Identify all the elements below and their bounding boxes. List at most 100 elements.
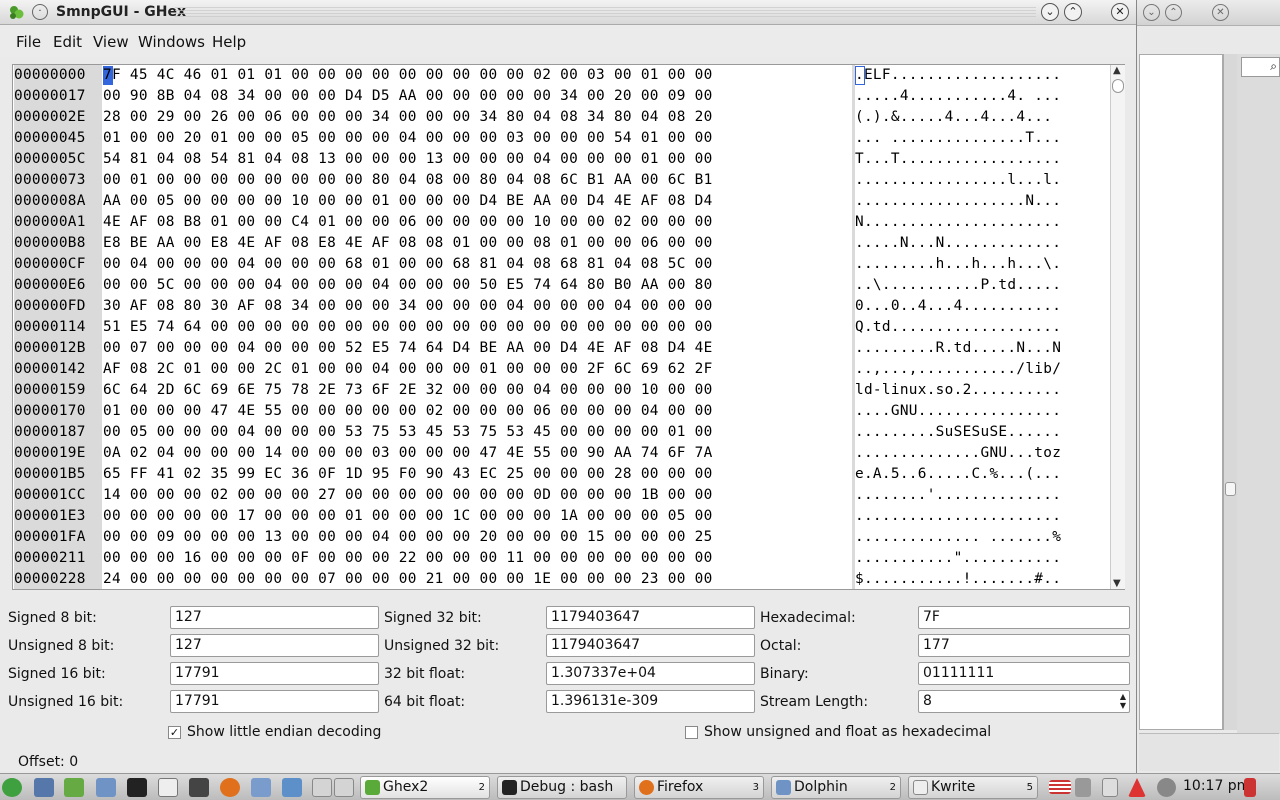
- hex-bytes-row[interactable]: 01 00 00 20 01 00 00 05 00 00 00 04 00 0…: [103, 128, 713, 149]
- hex-bytes-row[interactable]: 14 00 00 00 02 00 00 00 27 00 00 00 00 0…: [103, 485, 713, 506]
- hex-bytes-row[interactable]: 24 00 00 00 00 00 00 00 07 00 00 00 21 0…: [103, 569, 713, 590]
- hex-bytes-row[interactable]: 7F 45 4C 46 01 01 01 00 00 00 00 00 00 0…: [103, 65, 713, 86]
- ascii-row[interactable]: ..,...,.........../lib/: [855, 359, 1061, 380]
- hex-bytes-row[interactable]: 54 81 04 08 54 81 04 08 13 00 00 00 13 0…: [103, 149, 713, 170]
- hex-bytes-row[interactable]: E8 BE AA 00 E8 4E AF 08 E8 4E AF 08 08 0…: [103, 233, 713, 254]
- background-scroll-thumb[interactable]: [1225, 482, 1236, 496]
- maximize-icon[interactable]: ⌃: [1165, 4, 1182, 21]
- hex-scroll-thumb[interactable]: [1112, 79, 1124, 93]
- home-icon[interactable]: [64, 778, 84, 797]
- octal-field[interactable]: 177: [918, 634, 1130, 657]
- hex-bytes-row[interactable]: 00 90 8B 04 08 34 00 00 00 D4 D5 AA 00 0…: [103, 86, 713, 107]
- signed16-field[interactable]: 17791: [170, 662, 379, 685]
- folder-icon[interactable]: [251, 778, 271, 797]
- maximize-icon[interactable]: ⌃: [1064, 3, 1082, 21]
- notification-icon[interactable]: [1244, 778, 1256, 797]
- task-ghex2[interactable]: Ghex2 2: [360, 776, 490, 799]
- info-icon[interactable]: [1157, 778, 1176, 797]
- signed8-field[interactable]: 127: [170, 606, 379, 629]
- ascii-row[interactable]: .............. .......%: [855, 527, 1061, 548]
- scroll-up-icon[interactable]: ▲: [1113, 65, 1121, 76]
- task-debug-bash[interactable]: Debug : bash: [497, 776, 627, 799]
- hex-bytes-row[interactable]: 65 FF 41 02 35 99 EC 36 0F 1D 95 F0 90 4…: [103, 464, 713, 485]
- ascii-row[interactable]: .........SuSESuSE......: [855, 422, 1061, 443]
- close-icon[interactable]: ✕: [1111, 3, 1129, 21]
- float32-field[interactable]: 1.307337e+04: [546, 662, 755, 685]
- ascii-row[interactable]: (.).&.....4...4...4...: [855, 107, 1061, 128]
- ascii-row[interactable]: ..........."...........: [855, 548, 1061, 569]
- unsigned32-field[interactable]: 1179403647: [546, 634, 755, 657]
- ascii-row[interactable]: .ELF...................: [855, 65, 1061, 86]
- hex-bytes-row[interactable]: 4E AF 08 B8 01 00 00 C4 01 00 00 06 00 0…: [103, 212, 713, 233]
- clipboard-icon[interactable]: [1102, 778, 1118, 797]
- hex-bytes-row[interactable]: 30 AF 08 80 30 AF 08 34 00 00 00 34 00 0…: [103, 296, 713, 317]
- window-menu-icon[interactable]: ·: [32, 4, 48, 20]
- ascii-row[interactable]: ........'..............: [855, 485, 1061, 506]
- hex-bytes-row[interactable]: 00 04 00 00 00 04 00 00 00 68 01 00 00 6…: [103, 254, 713, 275]
- hexadecimal-field[interactable]: 7F: [918, 606, 1130, 629]
- ascii-row[interactable]: 0...0..4...4...........: [855, 296, 1061, 317]
- little-endian-checkbox[interactable]: ✓: [168, 726, 181, 739]
- network-icon[interactable]: [282, 778, 302, 797]
- window-titlebar[interactable]: · SmnpGUI - GHex ⌄ ⌃ ✕: [0, 0, 1136, 25]
- menu-view[interactable]: View: [93, 33, 129, 51]
- unsigned8-field[interactable]: 127: [170, 634, 379, 657]
- ascii-row[interactable]: ld-linux.so.2..........: [855, 380, 1061, 401]
- ascii-row[interactable]: Q.td...................: [855, 317, 1061, 338]
- text-editor-icon[interactable]: [158, 778, 178, 797]
- pager-icon[interactable]: [334, 778, 354, 797]
- menu-help[interactable]: Help: [212, 33, 246, 51]
- signed32-field[interactable]: 1179403647: [546, 606, 755, 629]
- menu-file[interactable]: File: [16, 33, 41, 51]
- firefox-icon[interactable]: [220, 778, 240, 797]
- warning-icon[interactable]: [1128, 778, 1146, 797]
- hex-bytes-row[interactable]: 00 00 5C 00 00 00 04 00 00 00 04 00 00 0…: [103, 275, 713, 296]
- ascii-row[interactable]: .................l...l.: [855, 170, 1061, 191]
- background-search-field[interactable]: ⌕: [1241, 57, 1280, 77]
- hex-scrollbar[interactable]: ▲ ▼: [1110, 65, 1125, 589]
- hex-bytes-row[interactable]: 01 00 00 00 47 4E 55 00 00 00 00 00 02 0…: [103, 401, 713, 422]
- hex-view[interactable]: 00000000 7F 45 4C 46 01 01 01 00 00 00 00…: [12, 64, 1125, 590]
- ascii-row[interactable]: ..\...........P.td.....: [855, 275, 1061, 296]
- hex-bytes-row[interactable]: 51 E5 74 64 00 00 00 00 00 00 00 00 00 0…: [103, 317, 713, 338]
- us-flag-icon[interactable]: [1049, 780, 1071, 794]
- menu-windows[interactable]: Windows: [138, 33, 205, 51]
- desktop-icon[interactable]: [34, 778, 54, 797]
- minimize-icon[interactable]: ⌄: [1041, 3, 1059, 21]
- task-kwrite[interactable]: Kwrite 5: [908, 776, 1038, 799]
- ascii-row[interactable]: ....GNU................: [855, 401, 1061, 422]
- volume-icon[interactable]: [1075, 778, 1091, 797]
- start-menu-icon[interactable]: [2, 778, 22, 797]
- hex-bytes-row[interactable]: AA 00 05 00 00 00 00 10 00 00 01 00 00 0…: [103, 191, 713, 212]
- file-manager-icon[interactable]: [96, 778, 116, 797]
- ascii-row[interactable]: .........h...h...h...\.: [855, 254, 1061, 275]
- ascii-row[interactable]: e.A.5..6.....C.%...(...: [855, 464, 1061, 485]
- task-dolphin[interactable]: Dolphin 2: [771, 776, 901, 799]
- ascii-row[interactable]: N......................: [855, 212, 1061, 233]
- unsigned-hex-checkbox[interactable]: [685, 726, 698, 739]
- spin-arrows-icon[interactable]: ▲ ▼: [1120, 692, 1126, 710]
- hex-bytes-row[interactable]: 00 00 00 16 00 00 00 0F 00 00 00 22 00 0…: [103, 548, 713, 569]
- hex-bytes-row[interactable]: 6C 64 2D 6C 69 6E 75 78 2E 73 6F 2E 32 0…: [103, 380, 713, 401]
- ascii-row[interactable]: ... ...............T...: [855, 128, 1061, 149]
- stream-length-spinbox[interactable]: 8 ▲ ▼: [918, 690, 1130, 713]
- ascii-row[interactable]: T...T..................: [855, 149, 1061, 170]
- task-firefox[interactable]: Firefox 3: [634, 776, 764, 799]
- close-icon[interactable]: ✕: [1212, 4, 1229, 21]
- menu-edit[interactable]: Edit: [53, 33, 82, 51]
- ascii-row[interactable]: .......................: [855, 506, 1061, 527]
- scroll-down-icon[interactable]: ▼: [1113, 578, 1121, 589]
- minimize-icon[interactable]: ⌄: [1143, 4, 1160, 21]
- background-window-titlebar[interactable]: ⌄ ⌃ ✕: [1137, 0, 1280, 26]
- ascii-row[interactable]: .....N...N.............: [855, 233, 1061, 254]
- hex-bytes-row[interactable]: 00 00 09 00 00 00 13 00 00 00 04 00 00 0…: [103, 527, 713, 548]
- ascii-row[interactable]: ...................N...: [855, 191, 1061, 212]
- terminal-icon[interactable]: [127, 778, 147, 797]
- pager-icon[interactable]: [312, 778, 332, 797]
- ascii-row[interactable]: .....4...........4. ...: [855, 86, 1061, 107]
- hex-bytes-row[interactable]: AF 08 2C 01 00 00 2C 01 00 00 04 00 00 0…: [103, 359, 713, 380]
- ascii-row[interactable]: ..............GNU...toz: [855, 443, 1061, 464]
- float64-field[interactable]: 1.396131e-309: [546, 690, 755, 713]
- unsigned16-field[interactable]: 17791: [170, 690, 379, 713]
- hex-bytes-row[interactable]: 00 07 00 00 00 04 00 00 00 52 E5 74 64 D…: [103, 338, 713, 359]
